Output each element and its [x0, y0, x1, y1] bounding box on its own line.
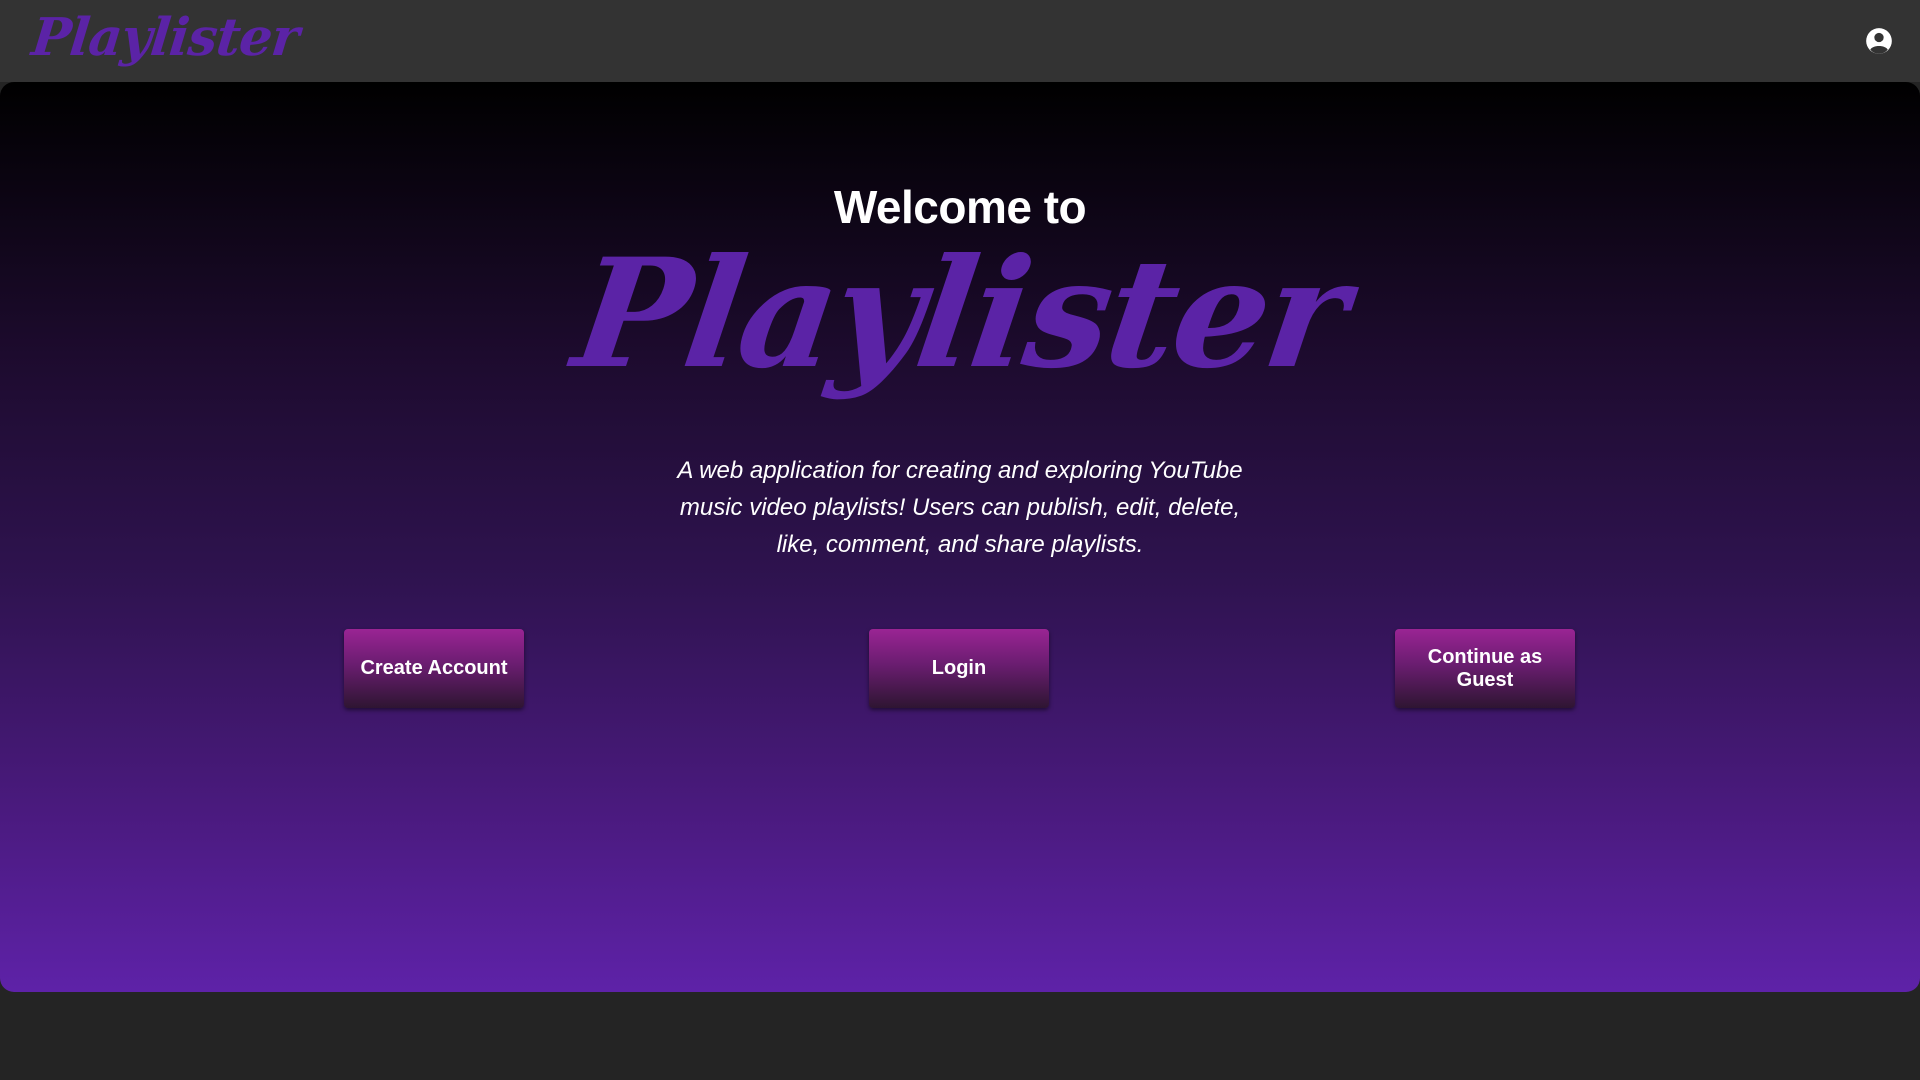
login-label: Login: [931, 657, 987, 679]
hero-logo-text: Playlister: [564, 226, 1356, 402]
app-logo[interactable]: Playlister: [28, 4, 301, 72]
create-account-label: Create Account: [360, 657, 508, 679]
top-bar: Playlister: [0, 0, 1920, 82]
continue-as-guest-label: Continue as Guest: [1427, 645, 1543, 691]
create-account-button[interactable]: Create Account: [344, 629, 524, 708]
hero-logo: Playlister: [0, 224, 1920, 404]
welcome-hero: Welcome to Playlister A web application …: [0, 82, 1920, 992]
account-circle-icon[interactable]: [1865, 27, 1893, 55]
app-description: A web application for creating and explo…: [677, 457, 1243, 558]
login-button[interactable]: Login: [869, 629, 1049, 708]
continue-as-guest-button[interactable]: Continue as Guest: [1395, 629, 1575, 708]
